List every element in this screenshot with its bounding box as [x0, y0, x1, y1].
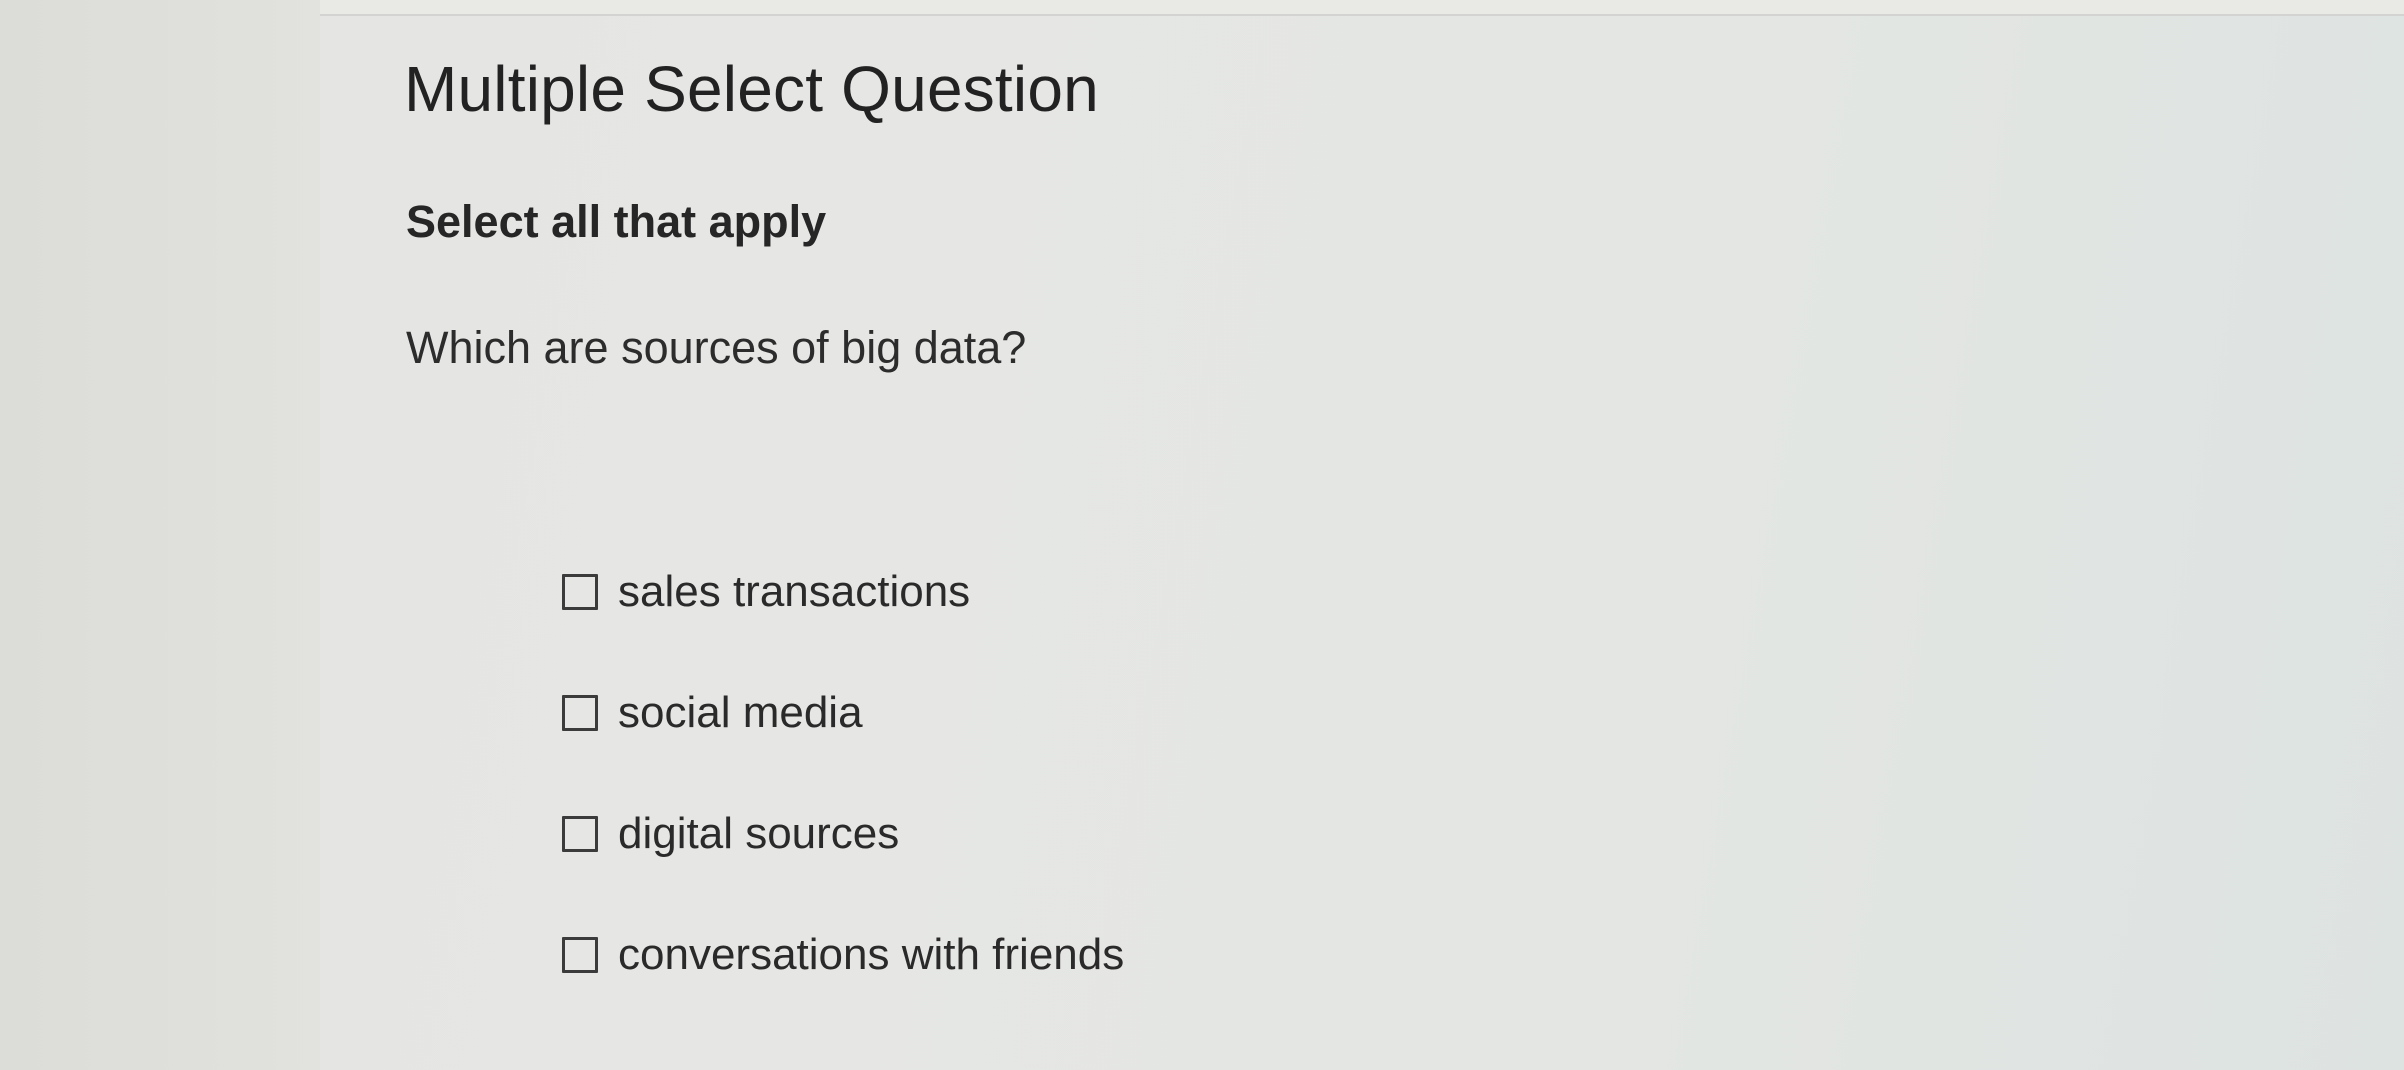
checkbox-icon[interactable] [562, 574, 598, 610]
question-type-heading: Multiple Select Question [404, 53, 1099, 125]
question-panel: Multiple Select Question Select all that… [320, 16, 2404, 1070]
left-gutter [0, 0, 320, 1070]
option-label[interactable]: digital sources [618, 809, 899, 859]
option-label[interactable]: sales transactions [618, 567, 970, 617]
checkbox-icon[interactable] [562, 816, 598, 852]
option-label[interactable]: social media [618, 688, 863, 738]
answer-option-sales-transactions[interactable]: sales transactions [562, 562, 1124, 622]
select-all-instruction: Select all that apply [406, 196, 827, 247]
answer-option-social-media[interactable]: social media [562, 683, 1124, 743]
checkbox-icon[interactable] [562, 937, 598, 973]
top-divider [320, 0, 2404, 16]
question-prompt: Which are sources of big data? [406, 322, 1027, 373]
answer-option-conversations-with-friends[interactable]: conversations with friends [562, 925, 1124, 985]
answer-option-digital-sources[interactable]: digital sources [562, 804, 1124, 864]
answer-options: sales transactions social media digital … [562, 562, 1124, 1046]
checkbox-icon[interactable] [562, 695, 598, 731]
option-label[interactable]: conversations with friends [618, 930, 1124, 980]
